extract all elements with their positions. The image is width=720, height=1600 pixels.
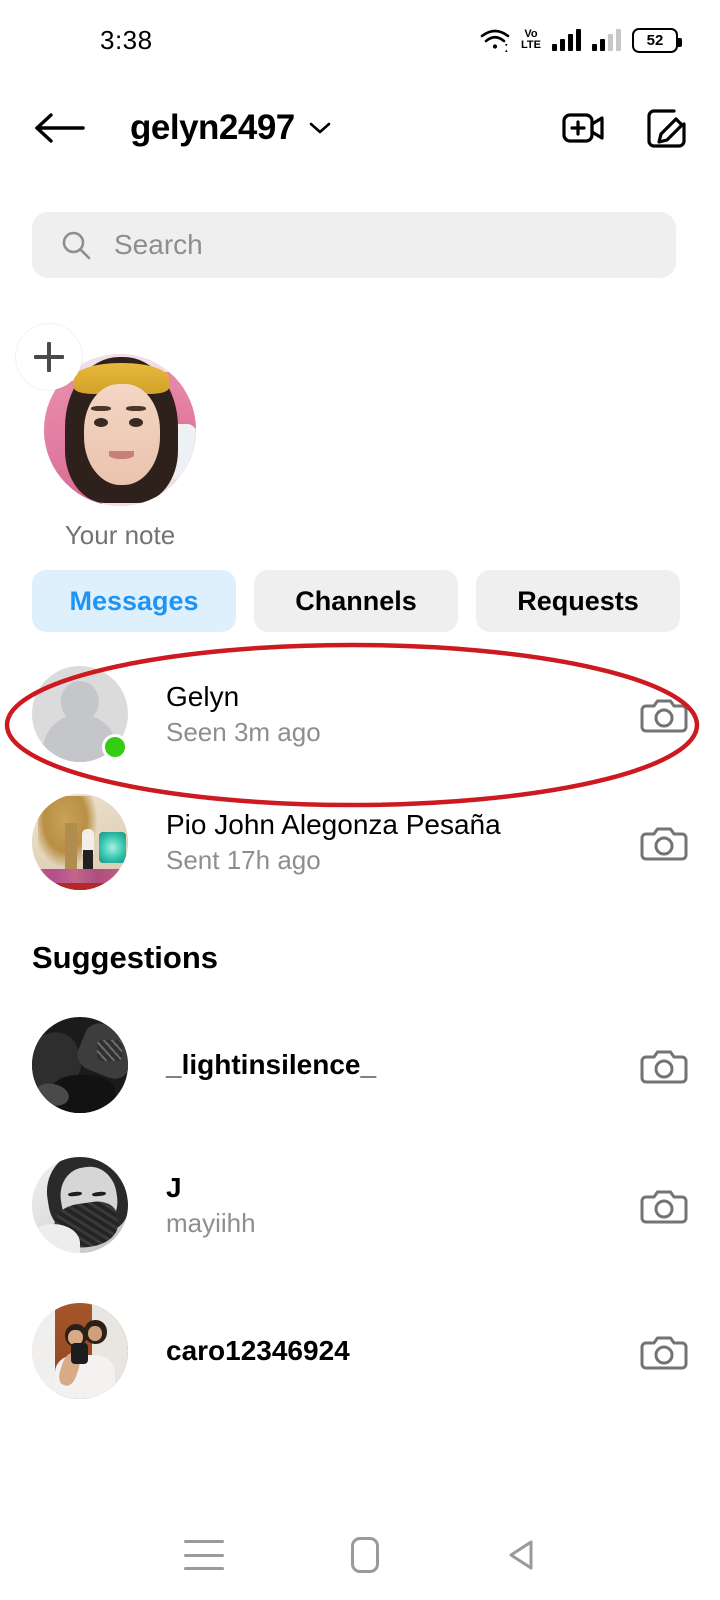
pio-john-avatar: [32, 794, 128, 890]
video-call-plus-icon[interactable]: [560, 105, 606, 151]
caro12346924-avatar: [32, 1303, 128, 1399]
suggestions-heading: Suggestions: [32, 940, 219, 975]
avatar-wrap: [32, 666, 128, 762]
conversation-name: Pio John Alegonza Pesaña: [166, 808, 501, 840]
online-status-dot: [102, 734, 128, 760]
signal-bars-icon-2: [592, 29, 621, 51]
phone-screen: 3:38 Vo LTE 52 gelyn2497 Search Your not…: [0, 0, 720, 1600]
avatar-wrap: [32, 1017, 128, 1113]
suggestion-name: caro12346924: [166, 1335, 350, 1366]
home-icon[interactable]: [350, 1537, 379, 1573]
back-triangle-icon[interactable]: [506, 1539, 536, 1571]
suggestion-row-lightinsilence[interactable]: _lightinsilence_: [0, 998, 720, 1132]
conversation-list: Gelyn Seen 3m ago Pio John Alegonza Pesa…: [0, 650, 720, 1424]
conversation-row-gelyn[interactable]: Gelyn Seen 3m ago: [0, 650, 720, 778]
compose-new-message-icon[interactable]: [644, 105, 690, 151]
wifi-icon: [480, 27, 510, 53]
conversation-text: Pio John Alegonza Pesaña Sent 17h ago: [166, 809, 501, 876]
page-title: gelyn2497: [130, 108, 295, 147]
avatar[interactable]: [32, 1157, 128, 1253]
plus-icon[interactable]: [16, 324, 82, 390]
your-note[interactable]: Your note: [0, 324, 240, 551]
conversation-status: Sent 17h ago: [166, 844, 321, 875]
conversation-name: Gelyn: [166, 680, 240, 712]
suggestion-row-caro[interactable]: caro12346924: [0, 1278, 720, 1424]
search-input[interactable]: Search: [32, 212, 676, 278]
conversation-text: Gelyn Seen 3m ago: [166, 681, 321, 748]
your-note-avatar-wrap[interactable]: [16, 324, 196, 506]
suggestion-name: J: [166, 1171, 182, 1203]
avatar-wrap: [32, 1157, 128, 1253]
avatar-wrap: [32, 1303, 128, 1399]
suggestion-text: J mayiihh: [166, 1172, 256, 1239]
back-arrow-icon[interactable]: [30, 108, 86, 148]
conversation-row-pio-john[interactable]: Pio John Alegonza Pesaña Sent 17h ago: [0, 778, 720, 906]
battery-icon: 52: [632, 27, 682, 53]
avatar[interactable]: [32, 794, 128, 890]
suggestion-name: _lightinsilence_: [166, 1049, 377, 1080]
recents-menu-icon[interactable]: [183, 1540, 224, 1570]
suggestion-text: _lightinsilence_: [166, 1049, 376, 1081]
search-placeholder: Search: [114, 229, 203, 260]
volte-icon: Vo LTE: [521, 28, 541, 51]
suggestion-username: mayiihh: [166, 1207, 256, 1238]
avatar[interactable]: [32, 1303, 128, 1399]
camera-icon[interactable]: [640, 690, 688, 738]
conversation-status: Seen 3m ago: [166, 716, 321, 747]
header-actions: [560, 105, 690, 151]
inbox-tabs: Messages Channels Requests: [32, 570, 680, 632]
camera-icon[interactable]: [640, 1327, 688, 1375]
signal-bars-icon-1: [552, 29, 581, 51]
status-bar: 3:38 Vo LTE 52: [0, 0, 720, 80]
tab-channels[interactable]: Channels: [254, 570, 458, 632]
lightinsilence-avatar: [32, 1017, 128, 1113]
status-icons: Vo LTE 52: [480, 27, 682, 53]
account-switcher[interactable]: gelyn2497: [130, 108, 331, 148]
tab-messages[interactable]: Messages: [32, 570, 236, 632]
status-time: 3:38: [100, 24, 153, 55]
camera-icon[interactable]: [640, 818, 688, 866]
system-navigation-bar: [0, 1510, 720, 1600]
camera-icon[interactable]: [640, 1041, 688, 1089]
battery-level-label: 52: [646, 31, 664, 49]
suggestion-row-j[interactable]: J mayiihh: [0, 1132, 720, 1278]
j-mayiihh-avatar: [32, 1157, 128, 1253]
your-note-label: Your note: [64, 520, 176, 550]
app-header: gelyn2497: [0, 86, 720, 170]
search-icon: [60, 229, 92, 261]
tab-requests[interactable]: Requests: [476, 570, 680, 632]
avatar[interactable]: [32, 1017, 128, 1113]
suggestion-text: caro12346924: [166, 1335, 350, 1367]
camera-icon[interactable]: [640, 1181, 688, 1229]
avatar-wrap: [32, 794, 128, 890]
chevron-down-icon[interactable]: [309, 121, 331, 135]
